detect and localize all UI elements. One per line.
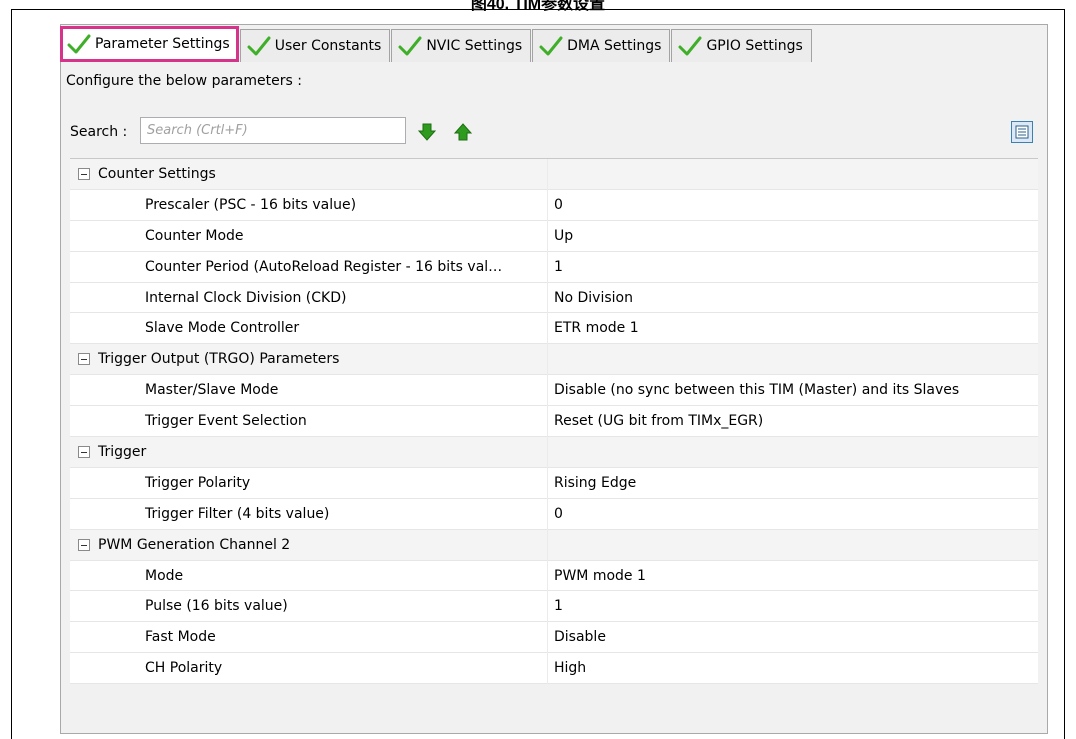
tab-label: Parameter Settings xyxy=(95,36,230,52)
param-value[interactable]: Disable (no sync between this TIM (Maste… xyxy=(554,382,1038,398)
param-name: Pulse (16 bits value) xyxy=(145,598,288,615)
param-name: Trigger Filter (4 bits value) xyxy=(145,505,330,522)
check-icon xyxy=(678,36,702,56)
check-icon xyxy=(247,36,271,56)
param-value[interactable]: Disable xyxy=(554,629,1038,645)
param-value[interactable]: High xyxy=(554,660,1038,676)
param-value[interactable]: ETR mode 1 xyxy=(554,320,1038,336)
param-row[interactable]: Prescaler (PSC - 16 bits value) 0 xyxy=(70,190,1038,221)
param-name: Trigger Event Selection xyxy=(145,413,307,430)
tab-dma-settings[interactable]: DMA Settings xyxy=(532,29,671,62)
collapse-icon[interactable] xyxy=(78,538,90,551)
tab-label: User Constants xyxy=(274,38,382,54)
arrow-down-icon[interactable] xyxy=(417,122,437,142)
group-title: Trigger xyxy=(98,443,147,460)
group-row-trigger-output[interactable]: Trigger Output (TRGO) Parameters xyxy=(70,344,1038,376)
param-name: Counter Mode xyxy=(145,227,244,244)
check-icon xyxy=(67,34,91,54)
tab-label: NVIC Settings xyxy=(426,38,523,54)
group-row-counter-settings[interactable]: Counter Settings xyxy=(70,159,1038,190)
param-name: Trigger Polarity xyxy=(145,474,251,491)
group-title: Counter Settings xyxy=(98,165,216,182)
tab-nvic-settings[interactable]: NVIC Settings xyxy=(391,29,532,62)
param-row[interactable]: Slave Mode Controller ETR mode 1 xyxy=(70,313,1038,345)
param-value[interactable]: Reset (UG bit from TIMx_EGR) xyxy=(554,413,1038,429)
tab-label: DMA Settings xyxy=(567,38,662,54)
collapse-icon[interactable] xyxy=(78,167,90,180)
param-value[interactable]: Up xyxy=(554,228,1038,244)
tab-user-constants[interactable]: User Constants xyxy=(239,29,391,62)
param-value[interactable]: Rising Edge xyxy=(554,475,1038,491)
list-view-icon xyxy=(1015,125,1029,139)
param-name: Prescaler (PSC - 16 bits value) xyxy=(145,196,357,213)
param-value[interactable]: 0 xyxy=(554,506,1038,522)
param-value[interactable]: 1 xyxy=(554,259,1038,275)
column-separator xyxy=(547,159,548,685)
description-text: Configure the below parameters : xyxy=(66,73,302,89)
arrow-up-icon[interactable] xyxy=(453,122,473,142)
param-name: Mode xyxy=(145,567,184,584)
param-name: Fast Mode xyxy=(145,629,216,646)
param-value[interactable]: PWM mode 1 xyxy=(554,568,1038,584)
param-value[interactable]: 1 xyxy=(554,598,1038,614)
param-row[interactable]: Master/Slave Mode Disable (no sync betwee… xyxy=(70,375,1038,407)
param-row[interactable]: Trigger Event Selection Reset (UG bit fro… xyxy=(70,406,1038,438)
param-row[interactable]: Pulse (16 bits value) 1 xyxy=(70,591,1038,623)
tab-parameter-settings[interactable]: Parameter Settings xyxy=(60,26,239,62)
param-row[interactable]: Trigger Filter (4 bits value) 0 xyxy=(70,499,1038,530)
tab-label: GPIO Settings xyxy=(706,38,803,54)
param-name: CH Polarity xyxy=(145,660,223,677)
tab-bar: Parameter Settings User Constants NVIC S… xyxy=(60,26,813,62)
check-icon xyxy=(539,36,563,56)
param-row[interactable]: Trigger Polarity Rising Edge xyxy=(70,468,1038,499)
param-row[interactable]: Internal Clock Division (CKD) No Division xyxy=(70,283,1038,314)
param-value[interactable]: No Division xyxy=(554,290,1038,306)
param-name: Master/Slave Mode xyxy=(145,382,279,399)
param-value[interactable]: 0 xyxy=(554,197,1038,213)
check-icon xyxy=(398,36,422,56)
parameter-grid: Counter Settings Prescaler (PSC - 16 bit… xyxy=(70,158,1038,685)
group-row-pwm-channel-2[interactable]: PWM Generation Channel 2 xyxy=(70,529,1038,561)
param-row[interactable]: Fast Mode Disable xyxy=(70,622,1038,654)
param-name: Counter Period (AutoReload Register - 16… xyxy=(145,258,503,275)
collapse-icon[interactable] xyxy=(78,445,90,458)
search-input[interactable] xyxy=(140,117,406,144)
group-title: Trigger Output (TRGO) Parameters xyxy=(98,351,340,368)
group-row-trigger[interactable]: Trigger xyxy=(70,437,1038,468)
param-name: Internal Clock Division (CKD) xyxy=(145,289,347,306)
param-name: Slave Mode Controller xyxy=(145,320,300,337)
collapse-icon[interactable] xyxy=(78,353,90,366)
group-title: PWM Generation Channel 2 xyxy=(98,536,291,553)
param-row[interactable]: CH Polarity High xyxy=(70,653,1038,685)
param-row[interactable]: Counter Period (AutoReload Register - 16… xyxy=(70,252,1038,283)
tab-gpio-settings[interactable]: GPIO Settings xyxy=(671,29,812,62)
param-row[interactable]: Counter Mode Up xyxy=(70,221,1038,252)
list-view-button[interactable] xyxy=(1011,121,1033,143)
search-label: Search : xyxy=(70,124,128,140)
param-row[interactable]: Mode PWM mode 1 xyxy=(70,561,1038,592)
